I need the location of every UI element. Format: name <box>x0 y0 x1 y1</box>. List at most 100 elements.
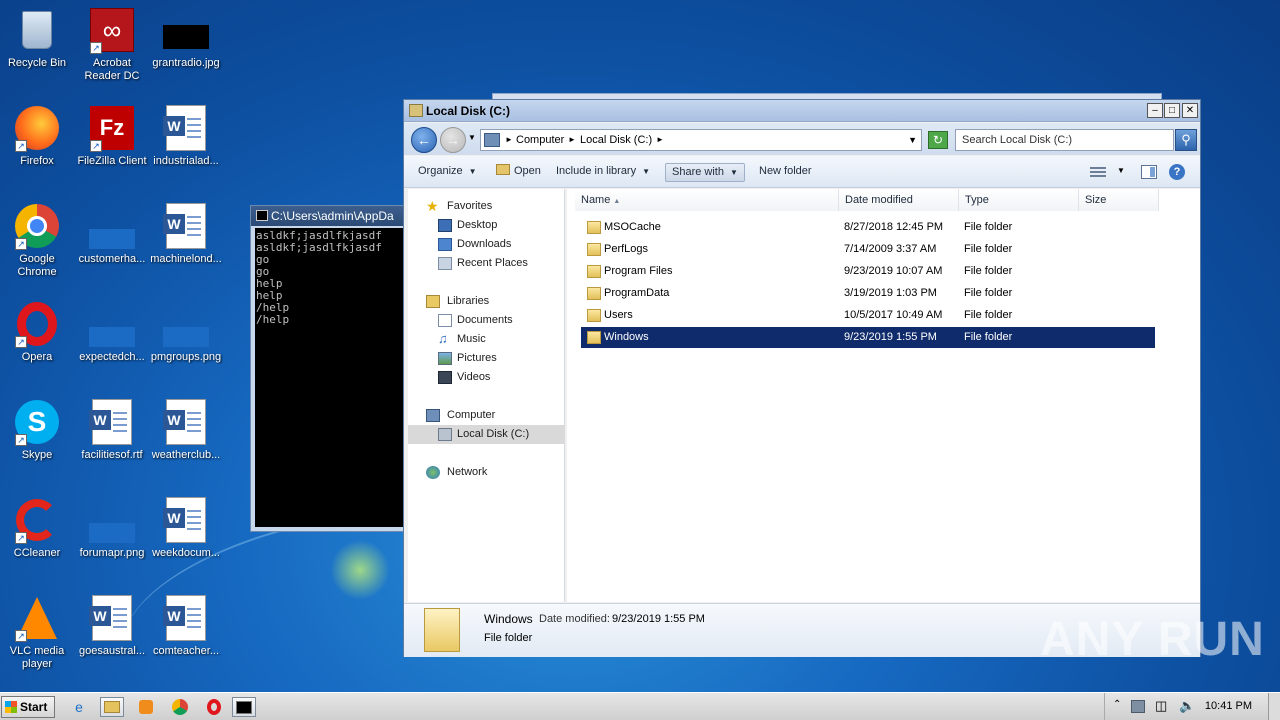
table-row[interactable]: Program Files 9/23/2019 10:07 AM File fo… <box>581 261 1155 282</box>
desktop-icon-acrobat[interactable]: ∞ ↗ Acrobat Reader DC <box>75 6 149 83</box>
console-window[interactable]: C:\Users\admin\AppDa asldkf;jasdlfkjasdf… <box>250 205 410 532</box>
refresh-button[interactable]: ↻ <box>928 131 948 149</box>
file-name: PerfLogs <box>604 243 649 255</box>
chrome-taskbar-icon[interactable] <box>168 697 192 717</box>
desktop-icon-firefox[interactable]: ↗ Firefox <box>0 104 74 168</box>
desktop-icon-opera[interactable]: ↗ Opera <box>0 300 74 364</box>
nav-favorites[interactable]: ★ Favorites <box>408 197 565 216</box>
nav-recent-places[interactable]: Recent Places <box>408 254 565 273</box>
folder-icon <box>587 221 601 234</box>
folder-open-icon <box>496 164 510 175</box>
table-row[interactable]: PerfLogs 7/14/2009 3:37 AM File folder <box>581 239 1155 260</box>
start-button[interactable]: Start <box>1 696 55 718</box>
nav-music[interactable]: ♫ Music <box>408 330 565 349</box>
recent-pages-dropdown[interactable]: ▼ <box>468 133 476 142</box>
desktop-icon-customerha[interactable]: customerha... <box>75 202 149 266</box>
search-icon[interactable]: ⚲ <box>1175 129 1197 151</box>
taskbar: Start e ⌃ ◫ 🔈 10:41 PM <box>0 692 1280 720</box>
minimize-button[interactable]: – <box>1147 103 1163 118</box>
change-view-icon[interactable] <box>1090 165 1106 179</box>
address-dropdown-icon[interactable]: ▼ <box>908 130 917 150</box>
show-hidden-icons[interactable]: ⌃ <box>1113 699 1121 710</box>
table-row[interactable]: MSOCache 8/27/2018 12:45 PM File folder <box>581 217 1155 238</box>
desktop-icon-ccleaner[interactable]: ↗ CCleaner <box>0 496 74 560</box>
search-input[interactable]: Search Local Disk (C:) <box>955 129 1174 151</box>
maximize-button[interactable]: □ <box>1164 103 1180 118</box>
desktop-icon-skype[interactable]: S ↗ Skype <box>0 398 74 462</box>
share-with-button[interactable]: Share with ▼ <box>665 163 745 182</box>
desktop-icon-recycle-bin[interactable]: Recycle Bin <box>0 6 74 70</box>
network-tray-icon[interactable]: ◫ <box>1155 698 1167 714</box>
table-row[interactable]: Users 10/5/2017 10:49 AM File folder <box>581 305 1155 326</box>
back-button[interactable]: ← <box>411 127 437 153</box>
nav-pictures[interactable]: Pictures <box>408 349 565 368</box>
nav-videos[interactable]: Videos <box>408 368 565 387</box>
help-icon[interactable]: ? <box>1169 164 1185 180</box>
column-header-date[interactable]: Date modified <box>839 189 959 211</box>
file-list[interactable]: Name ▲ Date modified Type Size MSOCache … <box>567 189 1200 602</box>
column-header-type[interactable]: Type <box>959 189 1079 211</box>
volume-icon[interactable]: 🔈 <box>1179 698 1195 714</box>
opera-taskbar-icon[interactable] <box>202 697 226 717</box>
organize-button[interactable]: Organize ▼ <box>412 163 483 182</box>
view-options-dropdown-icon[interactable]: ▼ <box>1117 166 1125 175</box>
breadcrumb-chevron-icon[interactable]: ► <box>656 130 664 150</box>
desktop-icon-filezilla[interactable]: Fz ↗ FileZilla Client <box>75 104 149 168</box>
clock[interactable]: 10:41 PM <box>1205 700 1252 712</box>
include-in-library-button[interactable]: Include in library ▼ <box>550 163 656 182</box>
desktop-icon-weatherclub[interactable]: W weatherclub... <box>149 398 223 462</box>
console-titlebar[interactable]: C:\Users\admin\AppDa <box>251 206 409 226</box>
file-date: 7/14/2009 3:37 AM <box>844 243 937 255</box>
internet-explorer-icon[interactable]: e <box>67 697 91 717</box>
nav-computer[interactable]: Computer <box>408 406 565 425</box>
action-center-icon[interactable] <box>1131 700 1145 713</box>
breadcrumb-local-disk[interactable]: Local Disk (C:) <box>580 130 652 150</box>
recent-places-icon <box>438 257 452 270</box>
explorer-taskbar-icon[interactable] <box>100 697 124 717</box>
desktop-icon-comteacher[interactable]: W comteacher... <box>149 594 223 658</box>
column-header-size[interactable]: Size <box>1079 189 1159 211</box>
desktop-icon-grantradio[interactable]: grantradio.jpg <box>149 6 223 70</box>
explorer-titlebar[interactable]: Local Disk (C:) – □ ✕ <box>404 100 1200 122</box>
breadcrumb-chevron-icon[interactable]: ► <box>568 130 576 150</box>
nav-network[interactable]: Network <box>408 463 565 482</box>
address-bar[interactable]: ► Computer ► Local Disk (C:) ► ▼ <box>480 129 922 151</box>
nav-desktop[interactable]: Desktop <box>408 216 565 235</box>
desktop-icon-pmgroups[interactable]: pmgroups.png <box>149 300 223 364</box>
desktop-icon-label: Acrobat Reader DC <box>84 57 140 82</box>
console-output[interactable]: asldkf;jasdlfkjasdf asldkf;jasdlfkjasdf … <box>255 228 409 527</box>
nav-local-disk[interactable]: Local Disk (C:) <box>408 425 565 444</box>
breadcrumb-chevron-icon[interactable]: ► <box>505 130 513 150</box>
forward-button[interactable]: → <box>440 127 466 153</box>
explorer-window[interactable]: Local Disk (C:) – □ ✕ ← → ▼ ► Computer ►… <box>403 99 1201 657</box>
desktop-icon-weekdocum[interactable]: W weekdocum... <box>149 496 223 560</box>
new-folder-button[interactable]: New folder <box>753 163 818 182</box>
file-type: File folder <box>964 243 1013 255</box>
nav-documents[interactable]: Documents <box>408 311 565 330</box>
show-desktop-button[interactable] <box>1268 693 1280 720</box>
console-taskbar-icon[interactable] <box>232 697 256 717</box>
nav-libraries[interactable]: Libraries <box>408 292 565 311</box>
breadcrumb-computer[interactable]: Computer <box>516 130 564 150</box>
desktop-icon-expectedch[interactable]: expectedch... <box>75 300 149 364</box>
desktop-icon-forumapr[interactable]: forumapr.png <box>75 496 149 560</box>
desktop-icon-facilitiesof[interactable]: W facilitiesof.rtf <box>75 398 149 462</box>
close-button[interactable]: ✕ <box>1182 103 1198 118</box>
downloads-icon <box>438 238 452 251</box>
desktop-icon-machinelond[interactable]: W machinelond... <box>149 202 223 266</box>
file-type: File folder <box>964 287 1013 299</box>
media-player-icon[interactable] <box>134 697 158 717</box>
preview-pane-icon[interactable] <box>1141 165 1157 179</box>
table-row-selected[interactable]: Windows 9/23/2019 1:55 PM File folder <box>581 327 1155 348</box>
desktop-icon-chrome[interactable]: ↗ Google Chrome <box>0 202 74 279</box>
column-header-name[interactable]: Name ▲ <box>575 189 839 211</box>
nav-downloads[interactable]: Downloads <box>408 235 565 254</box>
desktop-icon-industrialad[interactable]: W industrialad... <box>149 104 223 168</box>
console-title: C:\Users\admin\AppDa <box>271 209 394 223</box>
open-button[interactable]: Open <box>490 163 547 182</box>
desktop-icon-goesaustral[interactable]: W goesaustral... <box>75 594 149 658</box>
desktop-icon-vlc[interactable]: ↗ VLC media player <box>0 594 74 671</box>
desktop-icon-label: machinelond... <box>150 253 222 265</box>
navigation-pane: ★ Favorites Desktop Downloads Recent Pla… <box>408 189 565 602</box>
table-row[interactable]: ProgramData 3/19/2019 1:03 PM File folde… <box>581 283 1155 304</box>
